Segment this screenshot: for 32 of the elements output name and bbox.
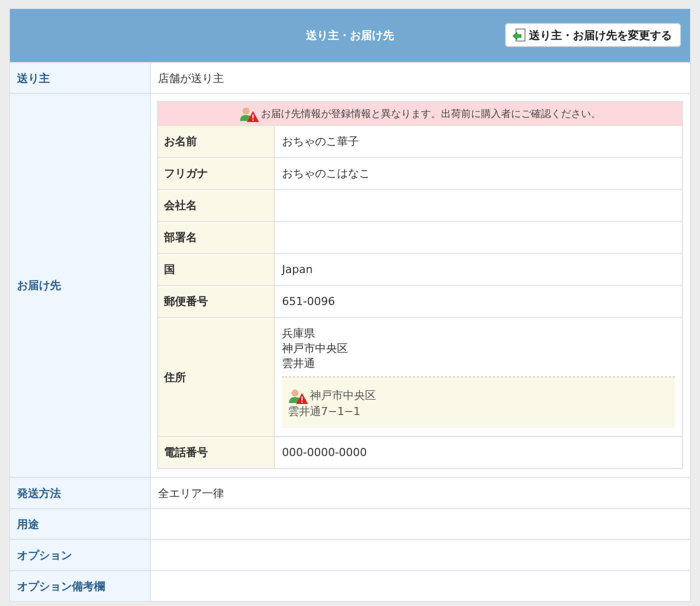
field-value: 651-0096 [282, 294, 336, 309]
field-label: お名前 [158, 126, 275, 157]
field-value: おちゃのこ華子 [282, 134, 360, 149]
section-title: 送り主・お届け先 [306, 28, 394, 43]
field-value: Japan [282, 262, 314, 277]
row-label: 発送方法 [10, 478, 151, 508]
field-value: おちゃのこはなこ [282, 166, 371, 181]
row-label: お届け先 [10, 94, 151, 477]
registered-address-line: 神戸市中央区 [310, 388, 376, 404]
row-label: 送り主 [10, 63, 151, 93]
registered-address-line: 雲井通7−1−1 [288, 404, 360, 420]
field-label: 会社名 [158, 190, 275, 221]
field-label: 電話番号 [158, 437, 275, 468]
row-label: 用途 [10, 509, 151, 539]
page-arrow-icon [512, 28, 526, 42]
field-label: 国 [158, 254, 275, 285]
row-label: オプション [10, 540, 151, 570]
warning-text: お届け先情報が登録情報と異なります。出荷前に購入者にご確認ください。 [261, 108, 601, 120]
person-warning-icon [288, 388, 308, 404]
field-value: 雲井通 [282, 356, 316, 371]
row-value: 店舗が送り主 [157, 70, 225, 86]
field-value: 兵庫県 [282, 326, 316, 341]
field-value: 000-0000-0000 [282, 445, 368, 460]
row-value: 全エリア一律 [157, 486, 225, 502]
change-button[interactable]: 送り主・お届け先を変更する [505, 23, 681, 47]
field-label: 郵便番号 [158, 286, 275, 317]
field-value: 神戸市中央区 [282, 341, 349, 356]
field-label: 住所 [158, 318, 275, 436]
field-label: 部署名 [158, 222, 275, 253]
person-warning-icon [239, 106, 259, 122]
field-label: フリガナ [158, 158, 275, 189]
row-label: オプション備考欄 [10, 571, 151, 601]
